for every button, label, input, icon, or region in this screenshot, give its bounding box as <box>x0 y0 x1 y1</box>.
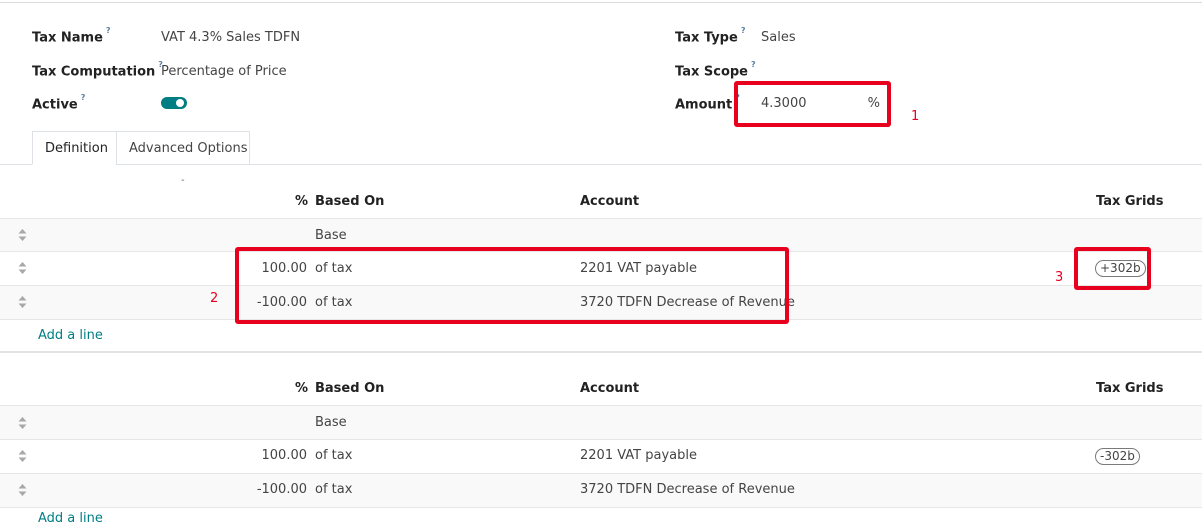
drag-handle-icon[interactable] <box>18 417 27 429</box>
drag-handle-icon[interactable] <box>18 450 27 462</box>
tax-type-select[interactable]: Sales <box>761 30 796 45</box>
column-header-account: Account <box>580 381 640 396</box>
tax-name-field[interactable]: VAT 4.3% Sales TDFN <box>161 30 300 45</box>
highlight-box-amount <box>734 81 891 127</box>
column-header-account: Account <box>580 194 640 209</box>
drag-handle-icon[interactable] <box>18 262 27 274</box>
row-divider <box>0 507 1202 508</box>
highlight-box-tax-grid <box>1074 247 1151 290</box>
percent-cell[interactable]: 100.00 <box>200 448 308 463</box>
help-icon[interactable]: ? <box>81 93 86 102</box>
column-header-percent: % <box>295 381 309 396</box>
section-divider <box>0 351 1202 353</box>
help-icon[interactable]: ? <box>751 60 756 69</box>
based-on-cell[interactable]: Base <box>315 415 347 430</box>
tab-advanced-options[interactable]: Advanced Options <box>116 131 250 165</box>
tax-scope-select[interactable] <box>761 64 881 80</box>
top-divider <box>0 2 1202 3</box>
help-icon[interactable]: ? <box>741 26 746 35</box>
amount-label: Amount? <box>675 93 740 113</box>
column-header-tax-grids: Tax Grids <box>1096 381 1164 396</box>
help-icon[interactable]: ? <box>106 26 111 35</box>
column-header-based-on: Based On <box>315 194 385 209</box>
account-cell[interactable]: 2201 VAT payable <box>580 448 697 463</box>
dash-mark: - <box>181 175 185 186</box>
tab-definition[interactable]: Definition <box>32 131 117 165</box>
tax-computation-label: Tax Computation? <box>32 60 163 80</box>
drag-handle-icon[interactable] <box>18 296 27 308</box>
based-on-cell[interactable]: of tax <box>315 448 352 463</box>
annotation-number-2: 2 <box>210 291 219 306</box>
column-header-tax-grids: Tax Grids <box>1096 194 1164 209</box>
tax-computation-select[interactable]: Percentage of Price <box>161 64 287 79</box>
active-toggle[interactable] <box>161 97 187 109</box>
tax-grid-tag[interactable]: -302b <box>1095 448 1140 465</box>
table-row[interactable] <box>0 406 1202 439</box>
add-line-link[interactable]: Add a line <box>38 328 103 343</box>
highlight-box-repartition-lines <box>235 247 789 324</box>
column-header-percent: % <box>295 194 309 209</box>
annotation-number-3: 3 <box>1055 270 1064 285</box>
toggle-knob <box>176 99 184 107</box>
based-on-cell[interactable]: of tax <box>315 482 352 497</box>
percent-cell[interactable]: -100.00 <box>200 482 307 497</box>
drag-handle-icon[interactable] <box>18 484 27 496</box>
tax-scope-label: Tax Scope? <box>675 60 756 80</box>
column-header-based-on: Based On <box>315 381 385 396</box>
tax-type-label: Tax Type? <box>675 26 746 46</box>
based-on-cell[interactable]: Base <box>315 228 347 243</box>
active-label: Active? <box>32 93 86 113</box>
annotation-number-1: 1 <box>911 109 920 124</box>
account-cell[interactable]: 3720 TDFN Decrease of Revenue <box>580 482 795 497</box>
tax-name-label: Tax Name? <box>32 26 111 46</box>
drag-handle-icon[interactable] <box>18 229 27 241</box>
